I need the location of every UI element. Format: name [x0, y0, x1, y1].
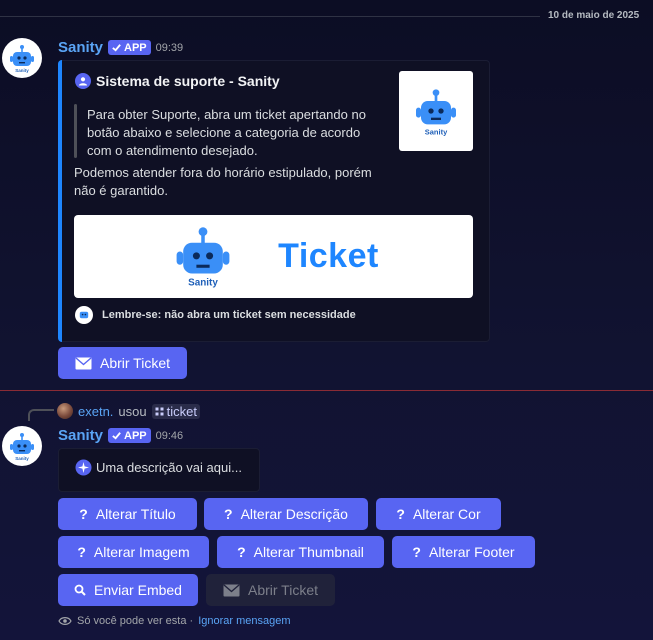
- svg-text:Sanity: Sanity: [188, 277, 218, 288]
- dismiss-message-link[interactable]: Ignorar mensagem: [198, 615, 290, 627]
- svg-text:Sanity: Sanity: [15, 68, 29, 73]
- author-username[interactable]: Sanity: [58, 427, 103, 444]
- banner-title: Ticket: [278, 237, 379, 275]
- author-username[interactable]: Sanity: [58, 39, 103, 56]
- message2-header: Sanity APP 09:46: [58, 427, 183, 444]
- slash-command[interactable]: ticket: [151, 403, 200, 419]
- robot-icon: Sanity: [416, 89, 456, 136]
- reply-username[interactable]: exetn.: [78, 404, 113, 419]
- reply-action: usou: [118, 403, 147, 419]
- alterar-footer-button[interactable]: ? Alterar Footer: [392, 536, 535, 568]
- robot-icon: [79, 311, 89, 319]
- alterar-cor-button[interactable]: ? Alterar Cor: [376, 498, 501, 530]
- eye-icon: [58, 617, 72, 625]
- ephemeral-text: Só você pode ver esta ·: [77, 615, 194, 627]
- message1-header: Sanity APP 09:39: [58, 39, 183, 56]
- message-timestamp[interactable]: 09:46: [156, 430, 184, 442]
- preview-embed-description: Uma descrição vai aqui...: [96, 460, 242, 475]
- envelope-icon: [75, 356, 92, 369]
- bot-avatar[interactable]: Sanity: [2, 38, 42, 78]
- quote-bar: [74, 104, 77, 158]
- check-icon: [112, 432, 121, 440]
- question-icon: ?: [396, 506, 405, 522]
- alterar-descricao-button[interactable]: ? Alterar Descrição: [204, 498, 368, 530]
- app-badge: APP: [108, 40, 151, 55]
- question-icon: ?: [79, 506, 88, 522]
- alterar-thumbnail-button[interactable]: ? Alterar Thumbnail: [217, 536, 384, 568]
- sparkle-icon: [75, 459, 92, 476]
- enviar-embed-button[interactable]: Enviar Embed: [58, 574, 198, 606]
- date-divider-text: 10 de maio de 2025: [548, 10, 640, 21]
- question-icon: ?: [224, 506, 233, 522]
- abrir-ticket-button-disabled[interactable]: Abrir Ticket: [206, 574, 335, 606]
- check-icon: [112, 44, 121, 52]
- embed-description: Podemos atender fora do horário estipula…: [74, 165, 372, 198]
- user-icon: [75, 73, 91, 89]
- question-icon: ?: [237, 544, 246, 560]
- embed-author-name: Sistema de suporte - Sanity: [96, 73, 280, 89]
- robot-icon: Sanity: [176, 226, 230, 288]
- reply-user-avatar[interactable]: [57, 403, 73, 419]
- envelope-icon: [223, 583, 240, 596]
- footer-icon: [75, 306, 93, 324]
- search-icon: [74, 584, 86, 596]
- embed-image-banner[interactable]: Sanity Ticket: [74, 215, 473, 298]
- ephemeral-notice: Só você pode ver esta · Ignorar mensagem: [58, 615, 291, 627]
- alterar-titulo-button[interactable]: ? Alterar Título: [58, 498, 197, 530]
- alterar-imagem-button[interactable]: ? Alterar Imagem: [58, 536, 209, 568]
- robot-icon: Sanity: [10, 433, 34, 461]
- embed-quote: Para obter Suporte, abra um ticket apert…: [87, 107, 366, 158]
- open-ticket-button[interactable]: Abrir Ticket: [58, 347, 187, 379]
- question-icon: ?: [412, 544, 421, 560]
- new-messages-divider: [0, 390, 653, 391]
- embed-thumbnail[interactable]: Sanity: [399, 71, 473, 151]
- preview-embed-content: Uma descrição vai aqui...: [75, 459, 242, 476]
- date-divider-line: [0, 16, 540, 17]
- svg-text:Sanity: Sanity: [15, 456, 29, 461]
- embed-color-bar: [58, 60, 62, 342]
- slash-command-icon: [155, 407, 164, 415]
- embed-footer: Lembre-se: não abra um ticket sem necess…: [102, 309, 356, 321]
- embed-author: Sistema de suporte - Sanity: [75, 73, 280, 89]
- question-icon: ?: [77, 544, 86, 560]
- svg-text:Sanity: Sanity: [425, 127, 448, 136]
- reply-connector: [28, 409, 54, 421]
- bot-avatar[interactable]: Sanity: [2, 426, 42, 466]
- robot-icon: Sanity: [10, 45, 34, 73]
- reply-context[interactable]: exetn. usou ticket: [57, 403, 200, 419]
- app-badge: APP: [108, 428, 151, 443]
- message-timestamp[interactable]: 09:39: [156, 42, 184, 54]
